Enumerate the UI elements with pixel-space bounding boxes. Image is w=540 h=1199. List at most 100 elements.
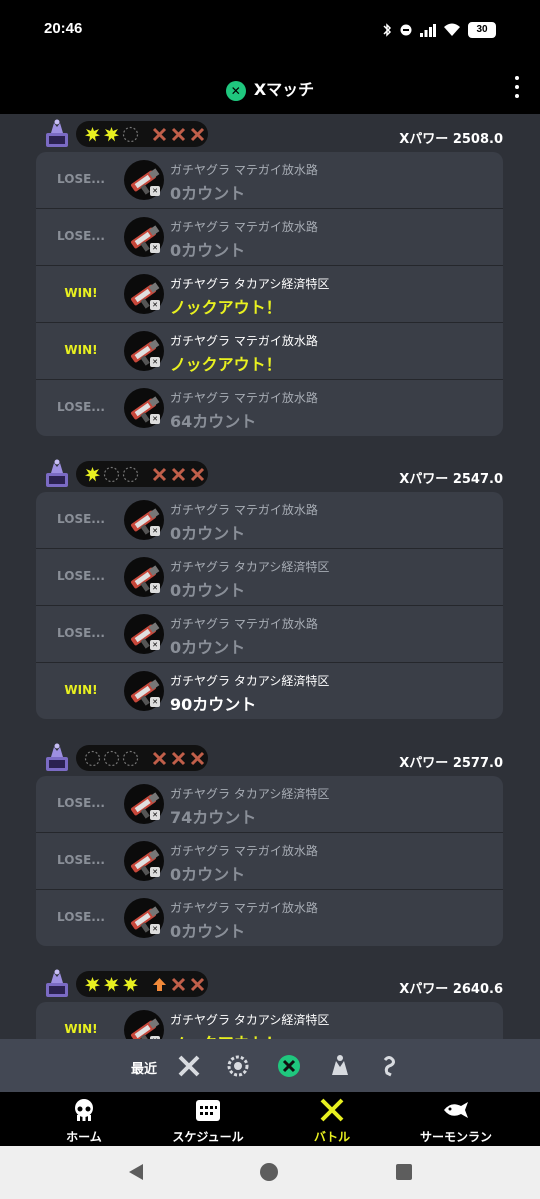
battle-result: LOSE...	[57, 910, 105, 924]
dnd-icon	[400, 24, 412, 36]
battle-group: Xパワー 2577.0 LOSE... ✕ ガチヤグラ タカアシ経済特区 74カウント L…	[36, 740, 503, 946]
back-icon[interactable]	[126, 1162, 146, 1182]
more-menu-icon[interactable]	[514, 76, 520, 98]
home-circle-icon[interactable]	[259, 1162, 279, 1182]
battle-result: WIN!	[64, 286, 98, 300]
series-progress	[76, 745, 208, 771]
battle-score: 0カウント	[170, 638, 246, 657]
x-power-value: Xパワー 2508.0	[399, 132, 503, 147]
badge-icon	[46, 743, 68, 771]
battle-result: LOSE...	[57, 626, 105, 640]
sub-weapon-icon: ✕	[150, 583, 160, 593]
series-progress	[76, 971, 208, 997]
battle-row[interactable]: LOSE... ✕ ガチヤグラ マテガイ放水路 64カウント	[36, 380, 503, 436]
battle-row[interactable]: LOSE... ✕ ガチヤグラ マテガイ放水路 0カウント	[36, 606, 503, 663]
nav-home[interactable]: ホーム	[24, 1098, 144, 1145]
battle-history-list[interactable]: Xパワー 2508.0 LOSE... ✕ ガチヤグラ マテガイ放水路 0カウント LOS…	[0, 114, 540, 1039]
filter-recent-label[interactable]: 最近	[131, 1058, 157, 1077]
filter-private-icon[interactable]	[376, 1053, 402, 1079]
battle-row[interactable]: LOSE... ✕ ガチヤグラ タカアシ経済特区 0カウント	[36, 549, 503, 606]
battle-group-header: Xパワー 2640.6	[36, 966, 503, 1002]
battle-score: 90カウント	[170, 695, 257, 714]
battle-score: 0カウント	[170, 922, 246, 941]
lose-cross-icon	[171, 467, 186, 481]
status-icons: 30	[382, 20, 496, 40]
badge-icon	[46, 969, 68, 997]
battle-row[interactable]: LOSE... ✕ ガチヤグラ マテガイ放水路 0カウント	[36, 890, 503, 946]
battle-score: ノックアウト！	[170, 298, 282, 317]
battle-card: LOSE... ✕ ガチヤグラ マテガイ放水路 0カウント LOSE... ✕ ガチヤグラ …	[36, 152, 503, 436]
battle-group: Xパワー 2508.0 LOSE... ✕ ガチヤグラ マテガイ放水路 0カウント LOS…	[36, 116, 503, 436]
badge-icon	[46, 459, 68, 487]
empty-slot-icon	[103, 466, 120, 482]
filter-regular-battle-icon[interactable]	[176, 1053, 202, 1079]
bottom-navigation: ホーム スケジュール バトル サーモンラン	[0, 1092, 540, 1146]
sub-weapon-icon: ✕	[150, 810, 160, 820]
battle-result: LOSE...	[57, 853, 105, 867]
battle-score: ノックアウト！	[170, 355, 282, 374]
status-bar: 20:46 30	[0, 0, 540, 60]
battle-row[interactable]: LOSE... ✕ ガチヤグラ マテガイ放水路 0カウント	[36, 492, 503, 549]
battle-row[interactable]: WIN!✕ガチヤグラ タカアシ経済特区ノックアウト！	[36, 266, 503, 323]
battle-row[interactable]: WIN! ✕ ガチヤグラ タカアシ経済特区 90カウント	[36, 663, 503, 719]
battle-score: 74カウント	[170, 808, 257, 827]
filter-bankara-icon[interactable]	[225, 1053, 251, 1079]
nav-battle[interactable]: バトル	[272, 1098, 392, 1145]
nav-salmon-run[interactable]: サーモンラン	[396, 1098, 516, 1145]
lose-cross-icon	[171, 977, 186, 991]
page-title-text: Xマッチ	[253, 80, 315, 99]
battle-mode-stage: ガチヤグラ タカアシ経済特区	[170, 674, 330, 688]
empty-slot-icon	[103, 750, 120, 766]
lose-cross-icon	[152, 127, 167, 141]
lose-cross-icon	[190, 127, 205, 141]
nav-schedule-label: スケジュール	[172, 1130, 244, 1144]
page-title: ✕ Xマッチ	[0, 76, 540, 101]
battle-score: 0カウント	[170, 184, 246, 203]
battle-mode-stage: ガチヤグラ マテガイ放水路	[170, 391, 318, 405]
battle-score: 0カウント	[170, 241, 246, 260]
battle-row[interactable]: LOSE... ✕ ガチヤグラ マテガイ放水路 0カウント	[36, 152, 503, 209]
sub-weapon-icon: ✕	[150, 243, 160, 253]
lose-cross-icon	[190, 467, 205, 481]
battle-mode-stage: ガチヤグラ マテガイ放水路	[170, 163, 318, 177]
battle-group-header: Xパワー 2547.0	[36, 456, 503, 492]
battle-score: 64カウント	[170, 412, 257, 431]
x-match-icon: ✕	[225, 80, 246, 101]
filter-bar: 最近	[0, 1039, 540, 1092]
lose-cross-icon	[190, 751, 205, 765]
win-ink-icon	[85, 466, 100, 481]
battle-mode-stage: ガチヤグラ マテガイ放水路	[170, 220, 318, 234]
sub-weapon-icon: ✕	[150, 186, 160, 196]
battle-row[interactable]: WIN!✕ガチヤグラ タカアシ経済特区ノックアウト！	[36, 1002, 503, 1039]
battle-card: LOSE... ✕ ガチヤグラ タカアシ経済特区 74カウント LOSE... ✕ ガチヤグ…	[36, 776, 503, 946]
x-power-value: Xパワー 2547.0	[399, 472, 503, 487]
battle-row[interactable]: WIN! ✕ ガチヤグラ マテガイ放水路 ノックアウト！	[36, 323, 503, 380]
calendar-icon	[196, 1100, 220, 1121]
battle-score: 0カウント	[170, 524, 246, 543]
battle-result: WIN!	[64, 683, 98, 697]
app-bar: ✕ Xマッチ	[0, 60, 540, 114]
win-ink-icon	[85, 126, 100, 141]
empty-slot-icon	[122, 750, 139, 766]
battle-row[interactable]: LOSE... ✕ ガチヤグラ マテガイ放水路 0カウント	[36, 833, 503, 890]
battle-result: LOSE...	[57, 172, 105, 186]
battle-icon	[320, 1098, 344, 1122]
sub-weapon-icon: ✕	[150, 867, 160, 877]
battle-mode-stage: ガチヤグラ マテガイ放水路	[170, 844, 318, 858]
battle-row[interactable]: LOSE... ✕ ガチヤグラ タカアシ経済特区 74カウント	[36, 776, 503, 833]
battle-mode-stage: ガチヤグラ タカアシ経済特区	[170, 787, 330, 801]
sub-weapon-icon: ✕	[150, 697, 160, 707]
battle-group: Xパワー 2547.0 LOSE... ✕ ガチヤグラ マテガイ放水路 0カウント LOS…	[36, 456, 503, 719]
wifi-icon	[444, 23, 460, 36]
battle-score: 0カウント	[170, 865, 246, 884]
filter-x-match-icon[interactable]	[276, 1053, 302, 1079]
nav-schedule[interactable]: スケジュール	[148, 1098, 268, 1145]
filter-event-icon[interactable]	[327, 1053, 353, 1079]
badge-icon	[46, 119, 68, 147]
recents-icon[interactable]	[395, 1163, 413, 1181]
nav-battle-label: バトル	[313, 1130, 351, 1144]
battle-mode-stage: ガチヤグラ マテガイ放水路	[170, 617, 318, 631]
battle-row[interactable]: LOSE... ✕ ガチヤグラ マテガイ放水路 0カウント	[36, 209, 503, 266]
system-navigation	[0, 1146, 540, 1199]
battle-result: LOSE...	[57, 569, 105, 583]
